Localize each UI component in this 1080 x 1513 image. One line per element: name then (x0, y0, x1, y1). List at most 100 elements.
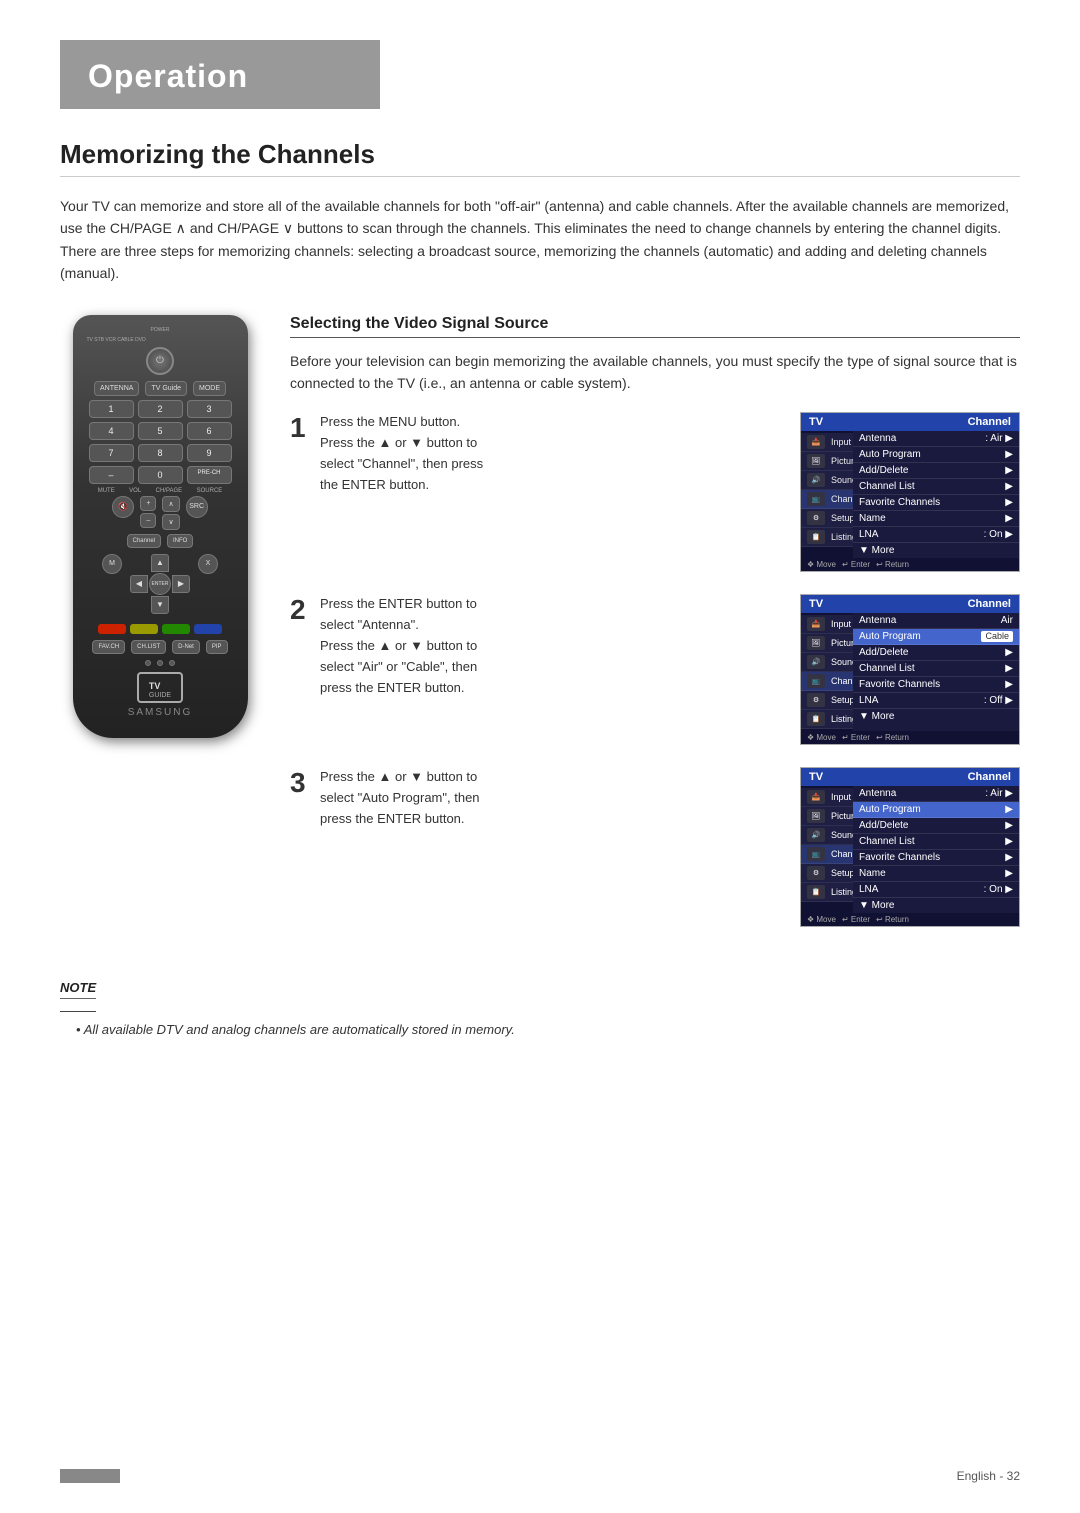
footer-return: ↩ Return (876, 560, 909, 569)
top-button-row: ANTENNA TV Guide MODE (83, 381, 238, 396)
num-dash[interactable]: – (89, 466, 134, 484)
prech-button[interactable]: PRE-CH (187, 466, 232, 484)
m2-antenna-row: Antenna Air (853, 613, 1019, 629)
antenna-button[interactable]: ANTENNA (94, 381, 139, 396)
menu-item-antenna: Antenna : Air ▶ (853, 431, 1019, 447)
m2-chlist-row: Channel List ▶ (853, 661, 1019, 677)
tv-menu-1-header: TV Channel (801, 413, 1019, 431)
m3-more-label: ▼ More (859, 900, 894, 911)
exit-button[interactable]: X (198, 554, 218, 574)
m3-autoprog-arrow: ▶ (1005, 804, 1013, 815)
footer-bar (60, 1469, 120, 1483)
intro-text: Your TV can memorize and store all of th… (60, 195, 1020, 285)
tv-menu-2-items: Antenna Air Auto Program Cable Add/Delet… (853, 613, 1019, 731)
dpad-down[interactable]: ▼ (151, 596, 169, 614)
autoprog-arrow: ▶ (1005, 449, 1013, 460)
channel-label-3: Channel (968, 771, 1011, 783)
m3-adddelete-label: Add/Delete (859, 820, 908, 831)
dnet-button[interactable]: D-Net (172, 640, 200, 654)
channel-icon: 📺 (807, 492, 825, 506)
samsung-logo: SAMSUNG (83, 707, 238, 718)
favch-label: Favorite Channels (859, 497, 940, 508)
num-4[interactable]: 4 (89, 422, 134, 440)
m2-adddelete-row: Add/Delete ▶ (853, 645, 1019, 661)
m2-lna-label: LNA (859, 695, 878, 706)
tv-menu-1-sidebar: 📥 Input 🖼 Picture 🔊 Sound (801, 431, 853, 558)
section-title: Memorizing the Channels (60, 139, 1020, 177)
tv-label-1: TV (809, 416, 823, 428)
m3-favch-row: Favorite Channels ▶ (853, 850, 1019, 866)
m3-sound-icon: 🔊 (807, 828, 825, 842)
number-grid: 1 2 3 4 5 6 7 8 9 – 0 PRE-CH (89, 400, 232, 484)
favch-button[interactable]: FAV.CH (92, 640, 125, 654)
channel-label-2: Channel (968, 598, 1011, 610)
info-button[interactable]: INFO (167, 534, 193, 548)
num-5[interactable]: 5 (138, 422, 183, 440)
ch-up[interactable]: ∧ (162, 496, 179, 512)
dpad-up[interactable]: ▲ (151, 554, 169, 572)
enter-button[interactable]: ENTER (149, 573, 171, 595)
page-header: Operation (60, 40, 380, 109)
channel-button[interactable]: Channel (127, 534, 161, 548)
tv-menu-3-items: Antenna : Air ▶ Auto Program ▶ Add/Delet… (853, 786, 1019, 913)
pip-button[interactable]: PIP (206, 640, 228, 654)
m3-favch-arrow: ▶ (1005, 852, 1013, 863)
menu-item-favch: Favorite Channels ▶ (853, 495, 1019, 511)
nav-top-row: Channel INFO (83, 534, 238, 548)
m2-footer-enter: ↵ Enter (842, 733, 870, 742)
m2-listings-icon: 📋 (807, 712, 825, 726)
menu-item-lna: LNA : On ▶ (853, 527, 1019, 543)
mode-button[interactable]: MODE (193, 381, 226, 396)
num-7[interactable]: 7 (89, 444, 134, 462)
vol-down[interactable]: – (140, 513, 156, 528)
num-2[interactable]: 2 (138, 400, 183, 418)
dpad-left[interactable]: ◀ (130, 575, 148, 593)
m3-name-row: Name ▶ (853, 866, 1019, 882)
m3-footer-enter: ↵ Enter (842, 915, 870, 924)
steps-column: Selecting the Video Signal Source Before… (290, 315, 1020, 950)
tvguide-button[interactable]: TV Guide (145, 381, 187, 396)
menu-picture-row: 🖼 Picture (801, 452, 853, 471)
num-0[interactable]: 0 (138, 466, 183, 484)
m2-cable-badge: Cable (981, 631, 1013, 642)
menu-item-chlist: Channel List ▶ (853, 479, 1019, 495)
power-button[interactable] (146, 347, 174, 375)
step-2-block: 2 Press the ENTER button to select "Ante… (290, 594, 1020, 745)
num-8[interactable]: 8 (138, 444, 183, 462)
menu-listings-row: 📋 Listings (801, 528, 853, 547)
m2-channel-row: 📺Channel (801, 672, 853, 691)
red-button[interactable] (98, 624, 126, 634)
m2-antenna-label: Antenna (859, 615, 896, 626)
menu-button[interactable]: M (102, 554, 122, 574)
step-1-block: 1 Press the MENU button. Press the ▲ or … (290, 412, 1020, 572)
tv-menu-1-body: 📥 Input 🖼 Picture 🔊 Sound (801, 431, 1019, 558)
mute-button[interactable]: 🔇 (112, 496, 134, 518)
tv-menu-1-items: Antenna : Air ▶ Auto Program ▶ Add/Delet… (853, 431, 1019, 558)
num-3[interactable]: 3 (187, 400, 232, 418)
step-3-left: 3 Press the ▲ or ▼ button to select "Aut… (290, 767, 790, 829)
chlist-button[interactable]: CH.LIST (131, 640, 166, 654)
num-6[interactable]: 6 (187, 422, 232, 440)
page-title: Operation (88, 58, 352, 95)
tv-menu-3-header: TV Channel (801, 768, 1019, 786)
menu-input-row: 📥 Input (801, 433, 853, 452)
tv-menu-3-body: 📥Input 🖼Picture 🔊Sound 📺Channel ⚙Setup 📋… (801, 786, 1019, 913)
m3-name-arrow: ▶ (1005, 868, 1013, 879)
note-header: NOTE (60, 979, 96, 1012)
num-1[interactable]: 1 (89, 400, 134, 418)
vol-up[interactable]: + (140, 496, 156, 511)
step-3-text: Press the ▲ or ▼ button to select "Auto … (320, 767, 790, 829)
color-buttons (83, 624, 238, 634)
dpad-right[interactable]: ▶ (172, 575, 190, 593)
m2-autoprog-row-highlighted: Auto Program Cable (853, 629, 1019, 645)
yellow-button[interactable] (130, 624, 158, 634)
ch-down[interactable]: ∨ (162, 514, 179, 530)
source-button[interactable]: SRC (186, 496, 208, 518)
m3-channel-row: 📺Channel (801, 845, 853, 864)
num-9[interactable]: 9 (187, 444, 232, 462)
m2-chlist-arrow: ▶ (1005, 663, 1013, 674)
blue-button[interactable] (194, 624, 222, 634)
vol-ch-labels: MUTEVOLCH/PAGESOURCE (83, 488, 238, 494)
m3-footer-move: ❖ Move (807, 915, 836, 924)
green-button[interactable] (162, 624, 190, 634)
